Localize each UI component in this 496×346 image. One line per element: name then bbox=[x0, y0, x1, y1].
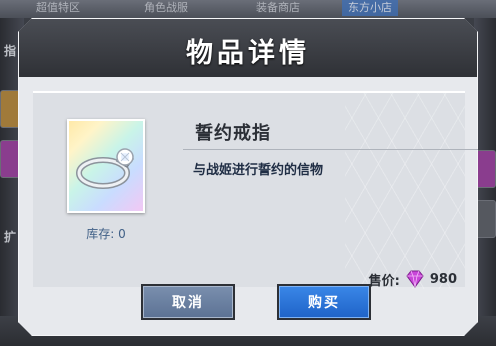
item-icon-frame bbox=[67, 119, 145, 213]
background-side-mark: 指 bbox=[4, 44, 17, 58]
dialog-title: 物品详情 bbox=[186, 38, 310, 69]
background-tab: 装备商店 bbox=[256, 1, 300, 14]
divider bbox=[183, 149, 478, 150]
cancel-button[interactable]: 取消 bbox=[141, 284, 235, 320]
item-detail-panel: 库存: 0 誓约戒指 与战姬进行誓约的信物 售价: 980 bbox=[33, 91, 478, 289]
price-label: 售价: bbox=[368, 273, 400, 289]
background-tab: 角色战服 bbox=[144, 1, 188, 14]
background-side-mark: 扩 bbox=[4, 230, 17, 244]
gem-icon bbox=[406, 270, 424, 288]
price-value: 980 bbox=[429, 271, 457, 287]
hex-pattern bbox=[345, 93, 465, 289]
stock-label: 库存: bbox=[86, 227, 115, 241]
stock-value: 0 bbox=[118, 227, 126, 241]
item-detail-dialog: 物品详情 库存: 0 誓约戒指 与战姬进行誓约的信物 售价: 980 取消 购买 bbox=[18, 18, 478, 336]
item-name: 誓约戒指 bbox=[195, 123, 271, 144]
ring-icon bbox=[76, 148, 134, 189]
dialog-header: 物品详情 bbox=[19, 19, 477, 77]
buy-button[interactable]: 购买 bbox=[277, 284, 371, 320]
background-tab: 超值特区 bbox=[36, 1, 80, 14]
item-description: 与战姬进行誓约的信物 bbox=[193, 163, 324, 178]
price: 售价: 980 bbox=[369, 269, 457, 289]
background-tab-active: 东方小店 bbox=[342, 0, 398, 16]
stock-count: 库存: 0 bbox=[67, 225, 145, 242]
